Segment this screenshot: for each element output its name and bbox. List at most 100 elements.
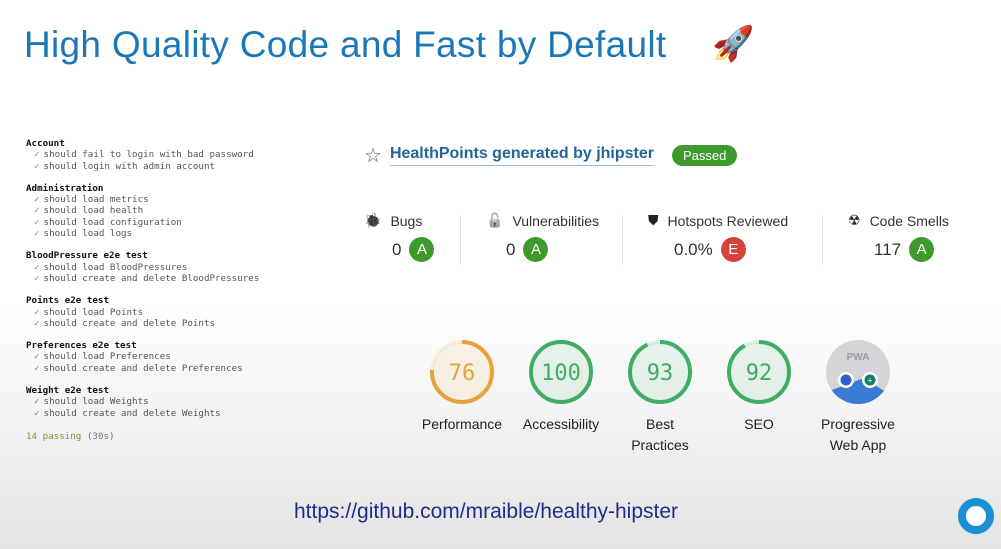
check-icon: ✓ bbox=[34, 362, 40, 374]
gauge-label: Performance bbox=[421, 416, 503, 432]
check-icon: ✓ bbox=[34, 261, 40, 273]
metric-value: 0 bbox=[506, 239, 516, 259]
lighthouse-seo[interactable]: 92 SEO bbox=[709, 338, 809, 435]
metric-vulnerabilities[interactable]: 🔓 Vulnerabilities 0A bbox=[486, 212, 599, 262]
gauge-label-line2: Web App bbox=[829, 437, 887, 453]
pwa-badge-icon: PWA + bbox=[826, 340, 890, 404]
suite-name: BloodPressure e2e test bbox=[26, 250, 148, 262]
gauge-label-line2: Practices bbox=[631, 437, 689, 453]
score-value: 93 bbox=[647, 361, 674, 386]
test-item: ✓ should fail to login with bad password bbox=[26, 149, 259, 160]
lighthouse-accessibility[interactable]: 100 Accessibility bbox=[511, 338, 611, 435]
metric-bugs[interactable]: 🐞 Bugs 0A bbox=[364, 212, 435, 262]
test-name: should load logs bbox=[43, 228, 133, 240]
passing-summary: 14 passing (30s) bbox=[26, 431, 259, 442]
check-icon: ✓ bbox=[34, 317, 40, 329]
test-suite: Weight e2e test ✓ should load Weights ✓ shou… bbox=[26, 385, 259, 419]
test-item: ✓ should create and delete Weights bbox=[26, 408, 259, 419]
passing-count: 14 passing bbox=[26, 430, 82, 442]
shield-icon: ⛊ bbox=[648, 212, 659, 228]
test-name: should load metrics bbox=[43, 194, 149, 206]
test-name: should load health bbox=[43, 205, 144, 217]
check-icon: ✓ bbox=[34, 194, 40, 206]
test-suite: Preferences e2e test ✓ should load Prefere… bbox=[26, 340, 259, 374]
check-icon: ✓ bbox=[34, 205, 40, 217]
check-icon: ✓ bbox=[34, 272, 40, 284]
test-output: Account ✓ should fail to login with bad pa… bbox=[26, 138, 259, 442]
metric-value: 117 bbox=[874, 239, 902, 259]
test-name: should load Weights bbox=[43, 396, 149, 408]
test-item: ✓ should create and delete Preferences bbox=[26, 363, 259, 374]
gauge-label: Progressive bbox=[821, 416, 895, 432]
test-item: ✓ should load Weights bbox=[26, 396, 259, 407]
suite-name: Weight e2e test bbox=[26, 385, 109, 397]
test-item: ✓ should load Points bbox=[26, 307, 259, 318]
test-name: should create and delete Weights bbox=[43, 407, 221, 419]
score-value: 92 bbox=[746, 361, 773, 386]
radiation-icon: ☢ bbox=[848, 212, 861, 228]
check-icon: ✓ bbox=[34, 228, 40, 240]
test-name: should create and delete BloodPressures bbox=[43, 272, 260, 284]
lighthouse-performance[interactable]: 76 Performance bbox=[412, 338, 512, 435]
lighthouse-progressive[interactable]: PWA + Progressive Web App bbox=[808, 338, 908, 456]
grade-badge: E bbox=[720, 237, 746, 262]
star-icon[interactable]: ☆ bbox=[364, 143, 382, 168]
test-item: ✓ should create and delete Points bbox=[26, 318, 259, 329]
check-icon: ✓ bbox=[34, 216, 40, 228]
bug-icon: 🐞 bbox=[364, 212, 382, 228]
suite-name: Preferences e2e test bbox=[26, 340, 137, 352]
test-item: ✓ should load logs bbox=[26, 228, 259, 239]
check-icon: ✓ bbox=[34, 160, 40, 172]
project-link[interactable]: HealthPoints generated by jhipster bbox=[389, 145, 654, 166]
test-item: ✓ should load configuration bbox=[26, 217, 259, 228]
metric-code-smells[interactable]: ☢ Code Smells 117 A bbox=[848, 212, 949, 262]
duration: (30s) bbox=[86, 430, 115, 442]
score-gauge: 93 bbox=[628, 340, 692, 404]
repo-url[interactable]: https://github.com/mraible/healthy-hipst… bbox=[294, 500, 678, 524]
suite-name: Points e2e test bbox=[26, 295, 109, 307]
metric-label: Code Smells bbox=[869, 212, 949, 229]
svg-text:PWA: PWA bbox=[847, 352, 870, 363]
test-name: should login with admin account bbox=[43, 160, 216, 172]
metric-value: 0.0% bbox=[674, 239, 713, 259]
test-name: should fail to login with bad password bbox=[43, 149, 254, 161]
metric-label: Hotspots Reviewed bbox=[667, 212, 789, 229]
score-gauge: 100 bbox=[529, 340, 593, 404]
test-item: ✓ should load health bbox=[26, 205, 259, 216]
sonar-project-header: ☆ HealthPoints generated by jhipster Pas… bbox=[364, 143, 738, 168]
lighthouse-best[interactable]: 93 Best Practices bbox=[610, 338, 710, 456]
slide-title: High Quality Code and Fast by Default bbox=[24, 24, 667, 65]
test-suite: BloodPressure e2e test ✓ should load Blood… bbox=[26, 250, 259, 284]
check-icon: ✓ bbox=[34, 396, 40, 408]
divider bbox=[460, 215, 461, 265]
metric-hotspots-reviewed[interactable]: ⛊ Hotspots Reviewed 0.0% E bbox=[648, 212, 788, 262]
test-name: should load configuration bbox=[43, 216, 182, 228]
score-value: 76 bbox=[449, 361, 476, 386]
gauge-label: Best bbox=[645, 416, 674, 432]
test-name: should create and delete Preferences bbox=[43, 362, 243, 374]
test-name: should create and delete Points bbox=[43, 317, 216, 329]
metric-label: Vulnerabilities bbox=[512, 212, 600, 229]
metric-value: 0 bbox=[392, 239, 402, 259]
svg-text:+: + bbox=[867, 376, 872, 386]
test-item: ✓ should load metrics bbox=[26, 194, 259, 205]
rocket-icon: 🚀 bbox=[712, 25, 755, 63]
suite-name: Account bbox=[26, 138, 65, 149]
test-name: should load Points bbox=[43, 306, 144, 318]
gauge-label: Accessibility bbox=[522, 416, 600, 432]
gauge-label: SEO bbox=[744, 416, 774, 432]
test-suite: Administration ✓ should load metrics ✓ shoul… bbox=[26, 183, 259, 239]
test-name: should load BloodPressures bbox=[43, 261, 188, 273]
test-item: ✓ should load BloodPressures bbox=[26, 262, 259, 273]
suite-name: Administration bbox=[26, 182, 104, 194]
metric-label: Bugs bbox=[390, 212, 423, 229]
divider bbox=[622, 215, 623, 265]
divider bbox=[822, 215, 823, 265]
grade-badge: A bbox=[409, 237, 435, 262]
test-item: ✓ should login with admin account bbox=[26, 161, 259, 172]
circle-button[interactable] bbox=[958, 498, 994, 534]
score-value: 100 bbox=[541, 361, 581, 386]
score-gauge: 76 bbox=[430, 340, 494, 404]
grade-badge: A bbox=[909, 237, 935, 262]
check-icon: ✓ bbox=[34, 351, 40, 363]
